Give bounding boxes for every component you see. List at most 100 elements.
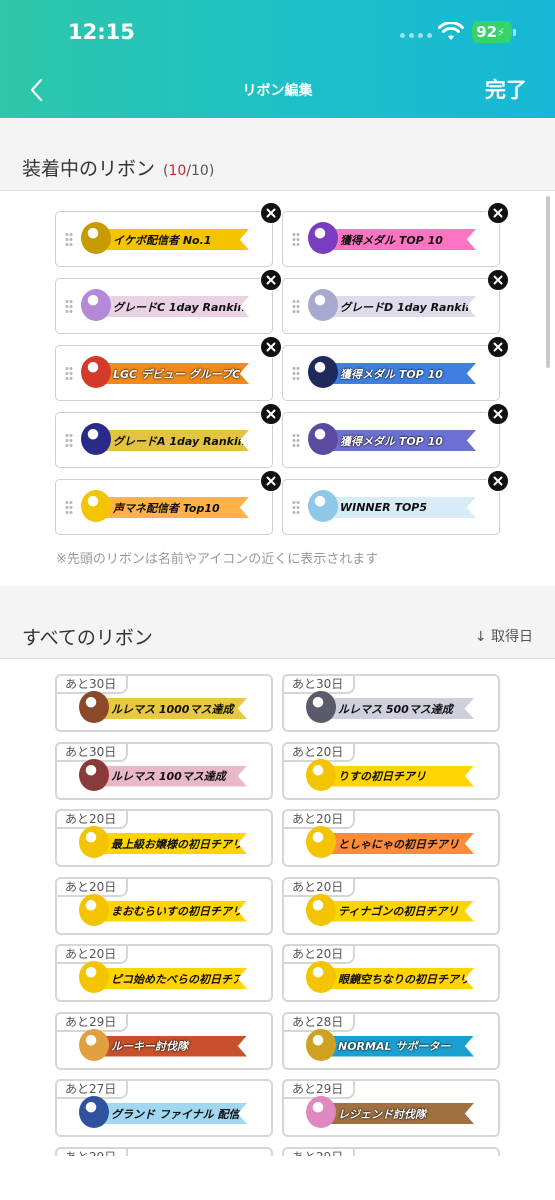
status-time: 12:15 bbox=[68, 20, 135, 44]
remove-ribbon-button[interactable] bbox=[260, 269, 282, 291]
ribbon-emblem-icon bbox=[79, 758, 109, 791]
equipped-title: 装着中のリボン (10/10) bbox=[22, 154, 214, 181]
ribbon-badge: 最上級お嬢様の初日チアリ bbox=[79, 826, 247, 858]
ribbon-card[interactable]: あと20日 眼鏡空ちなりの初日チアリ bbox=[282, 944, 500, 1002]
ribbon-emblem-icon bbox=[306, 1096, 336, 1128]
ribbon-text: りすの初日チアリ bbox=[338, 770, 426, 783]
ribbon-text: LGC デビュー グループC No.1 bbox=[113, 367, 249, 381]
ribbon-card[interactable]: あと20日 りすの初日チアリ bbox=[282, 741, 500, 800]
battery-indicator: 92 ⚡ bbox=[472, 21, 516, 43]
ribbon-band: 最上級お嬢様の初日チアリ bbox=[93, 833, 247, 854]
drag-handle-icon[interactable] bbox=[65, 299, 73, 314]
ribbon-card[interactable]: あと30日 ルレマス 1000マス達成 bbox=[55, 674, 273, 732]
ribbon-badge: グレードA 1day Ranking TOP10 bbox=[81, 423, 249, 455]
equipped-ribbon-slot[interactable]: グレードD 1day Ranking 1位 bbox=[282, 269, 509, 334]
ribbon-card[interactable]: あと30日 ルレマス 500マス達成 bbox=[282, 674, 500, 732]
drag-handle-icon[interactable] bbox=[65, 433, 73, 448]
ribbon-card[interactable]: あと20日 ピコ始めたべらの初日チアリ bbox=[55, 944, 273, 1002]
close-icon bbox=[493, 409, 503, 419]
ribbon-band: LGC デビュー グループC No.1 bbox=[95, 363, 249, 384]
drag-handle-icon[interactable] bbox=[292, 299, 300, 314]
close-icon bbox=[266, 208, 276, 218]
remove-ribbon-button[interactable] bbox=[260, 336, 282, 358]
ribbon-band: まおむらいすの初日チアリ bbox=[93, 900, 247, 922]
ribbon-badge: ルーキー討伐隊 bbox=[79, 1028, 247, 1061]
ribbon-badge: グレードD 1day Ranking 1位 bbox=[308, 289, 476, 321]
remove-ribbon-button[interactable] bbox=[260, 202, 282, 224]
ribbon-badge: 獲得メダル TOP 10 bbox=[308, 222, 476, 254]
battery-level: 92 bbox=[476, 23, 498, 41]
ribbon-band: 声マネ配信者 Top10 bbox=[95, 497, 249, 518]
ribbon-badge: レジェンド討伐隊 bbox=[306, 1096, 474, 1128]
scrollbar[interactable] bbox=[546, 196, 550, 368]
ribbon-band: グランド ファイナル 配信サポーター bbox=[93, 1103, 247, 1124]
ribbon-card[interactable]: あと30日 ルレマス 100マス達成 bbox=[55, 741, 273, 800]
ribbon-card[interactable]: あと20日 ティナゴンの初日チアリ bbox=[282, 876, 500, 935]
ribbon-band: グレードD 1day Ranking 1位 bbox=[322, 296, 476, 317]
ribbon-text: まおむらいすの初日チアリ bbox=[111, 905, 243, 918]
drag-handle-icon[interactable] bbox=[292, 433, 300, 448]
ribbon-card[interactable]: あと20日 最上級お嬢様の初日チアリ bbox=[55, 809, 273, 867]
equipped-section-header: 装着中のリボン (10/10) bbox=[0, 118, 555, 191]
equipped-ribbon-slot[interactable]: 獲得メダル TOP 10 bbox=[282, 403, 509, 468]
ribbon-badge: としゃにゃの初日チアリ bbox=[306, 826, 474, 858]
drag-handle-icon[interactable] bbox=[292, 366, 300, 381]
ribbon-badge: 声マネ配信者 Top10 bbox=[81, 490, 249, 522]
equipped-ribbon-slot[interactable]: 声マネ配信者 Top10 bbox=[55, 470, 282, 535]
drag-handle-icon[interactable] bbox=[292, 232, 300, 247]
ribbon-badge: ルレマス 500マス達成 bbox=[306, 691, 474, 723]
ribbon-emblem-icon bbox=[306, 826, 336, 858]
ribbon-emblem-icon bbox=[79, 1028, 109, 1061]
all-title: すべてのリボン bbox=[22, 627, 153, 649]
ribbon-emblem-icon bbox=[81, 490, 111, 522]
ribbon-emblem-icon bbox=[79, 691, 109, 723]
equipped-ribbon-slot[interactable]: 獲得メダル TOP 10 bbox=[282, 202, 509, 267]
ribbon-badge: LGC デビュー グループC No.1 bbox=[81, 356, 249, 388]
wifi-icon bbox=[438, 22, 464, 40]
ribbon-card[interactable]: あと27日グランド ファイナル 配信サポーター bbox=[55, 1079, 273, 1137]
equipped-ribbon-slot[interactable]: グレードA 1day Ranking TOP10 bbox=[55, 403, 282, 468]
sort-button[interactable]: ↓ 取得日 bbox=[475, 626, 533, 646]
ribbon-band: ルーキー討伐隊 bbox=[93, 1035, 247, 1057]
ribbon-text: ルレマス 500マス達成 bbox=[338, 702, 453, 716]
ribbon-card[interactable]: あと29日 ルーキー討伐隊 bbox=[55, 1011, 273, 1070]
equipped-ribbon-slot[interactable]: WINNER TOP5 bbox=[282, 470, 509, 535]
ribbon-emblem-icon bbox=[306, 893, 336, 926]
close-icon bbox=[266, 342, 276, 352]
remove-ribbon-button[interactable] bbox=[487, 403, 509, 425]
ribbon-band: りすの初日チアリ bbox=[320, 765, 474, 787]
ribbon-emblem-icon bbox=[308, 289, 338, 321]
ribbon-card[interactable]: あと29日 bbox=[55, 1146, 273, 1156]
ribbon-band: ピコ始めたべらの初日チアリ bbox=[93, 968, 247, 989]
ribbon-card[interactable]: あと28日 NORMAL サポーター bbox=[282, 1011, 500, 1070]
ribbon-emblem-icon bbox=[306, 961, 336, 993]
drag-handle-icon[interactable] bbox=[65, 500, 73, 515]
ribbon-text: 獲得メダル TOP 10 bbox=[340, 367, 443, 381]
equipped-ribbon-slot[interactable]: グレードC 1day Ranking 1位 bbox=[55, 269, 282, 334]
ribbon-text: ルーキー討伐隊 bbox=[111, 1040, 188, 1053]
ribbon-card[interactable]: あと29日 bbox=[282, 1146, 500, 1156]
remove-ribbon-button[interactable] bbox=[487, 202, 509, 224]
ribbon-text: ティナゴンの初日チアリ bbox=[338, 905, 459, 918]
ribbon-badge: ピコ始めたべらの初日チアリ bbox=[79, 961, 247, 993]
equipped-ribbon-slot[interactable]: 獲得メダル TOP 10 bbox=[282, 336, 509, 401]
ribbon-card[interactable]: あと20日 としゃにゃの初日チアリ bbox=[282, 809, 500, 867]
drag-handle-icon[interactable] bbox=[65, 366, 73, 381]
ribbon-emblem-icon bbox=[79, 826, 109, 858]
remaining-days-label: あと29日 bbox=[282, 1146, 356, 1156]
equipped-ribbon-slot[interactable]: イケボ配信者 No.1 bbox=[55, 202, 282, 267]
remove-ribbon-button[interactable] bbox=[260, 470, 282, 492]
drag-handle-icon[interactable] bbox=[292, 500, 300, 515]
remove-ribbon-button[interactable] bbox=[487, 269, 509, 291]
ribbon-card[interactable]: あと20日 まおむらいすの初日チアリ bbox=[55, 876, 273, 935]
remove-ribbon-button[interactable] bbox=[487, 336, 509, 358]
equipped-ribbon-slot[interactable]: LGC デビュー グループC No.1 bbox=[55, 336, 282, 401]
ribbon-card[interactable]: あと29日 レジェンド討伐隊 bbox=[282, 1079, 500, 1137]
done-button[interactable]: 完了 bbox=[485, 74, 527, 104]
page-title: リボン編集 bbox=[242, 83, 313, 99]
ribbon-emblem-icon bbox=[79, 961, 109, 993]
drag-handle-icon[interactable] bbox=[65, 232, 73, 247]
ribbon-band: 獲得メダル TOP 10 bbox=[322, 229, 476, 250]
remove-ribbon-button[interactable] bbox=[260, 403, 282, 425]
remove-ribbon-button[interactable] bbox=[487, 470, 509, 492]
